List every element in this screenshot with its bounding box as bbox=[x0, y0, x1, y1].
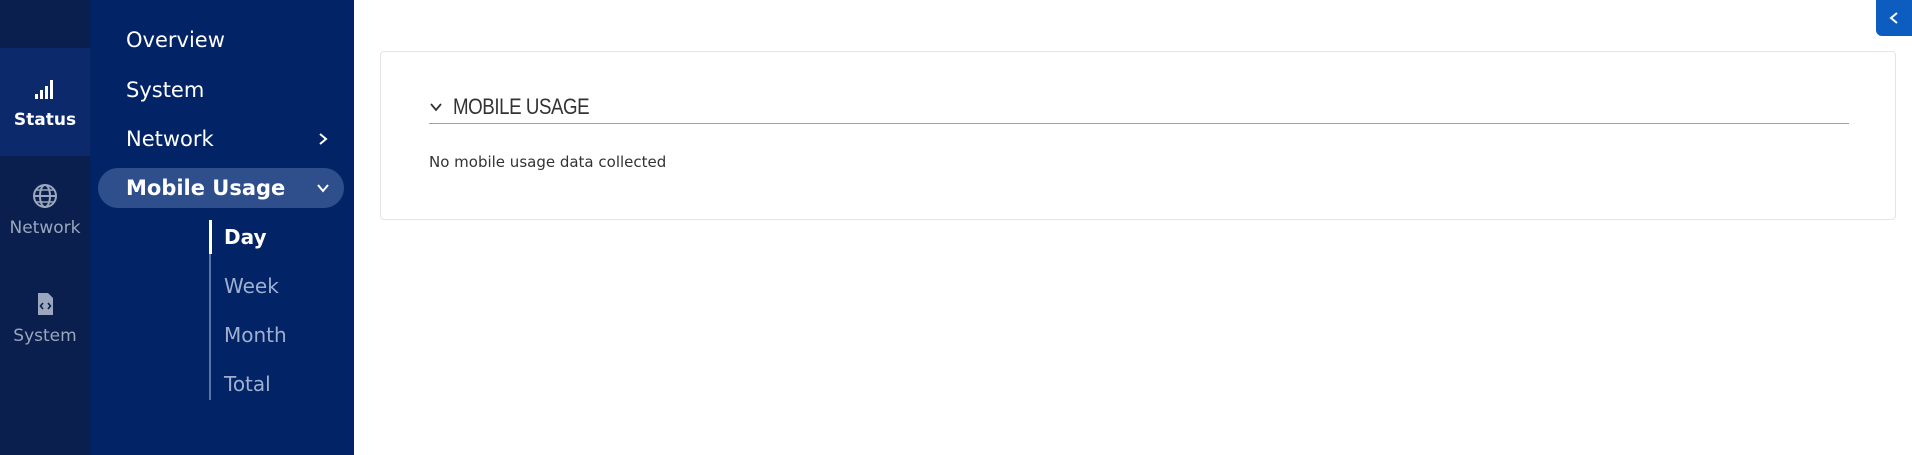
submenu-active-indicator bbox=[209, 220, 212, 254]
rail-label-system: System bbox=[13, 326, 77, 346]
submenu-item-week[interactable]: Week bbox=[224, 269, 279, 303]
chevron-down-icon bbox=[317, 184, 329, 193]
code-file-icon bbox=[38, 293, 53, 315]
nav-item-system[interactable]: System bbox=[98, 70, 344, 110]
nav-label: System bbox=[126, 78, 205, 102]
submenu-item-month[interactable]: Month bbox=[224, 318, 287, 352]
nav-label: Overview bbox=[126, 28, 225, 52]
secondary-nav: Overview System Network Mobile Usage Day… bbox=[90, 0, 354, 455]
chevron-down-icon bbox=[430, 102, 442, 111]
submenu-item-total[interactable]: Total bbox=[224, 367, 271, 401]
rail-label-status: Status bbox=[13, 110, 77, 130]
nav-item-network[interactable]: Network bbox=[98, 119, 344, 159]
mobile-usage-card: MOBILE USAGE No mobile usage data collec… bbox=[380, 51, 1896, 220]
rail-label-network: Network bbox=[9, 218, 81, 238]
rail-top bbox=[0, 0, 90, 48]
nav-label: Mobile Usage bbox=[126, 176, 286, 200]
rail-item-network[interactable]: Network bbox=[0, 156, 90, 264]
rail-item-status[interactable]: Status bbox=[0, 48, 90, 156]
section-header-toggle[interactable]: MOBILE USAGE bbox=[429, 90, 1849, 124]
submenu-item-day[interactable]: Day bbox=[224, 220, 267, 254]
rail-item-system[interactable]: System bbox=[0, 264, 90, 372]
nav-label: Network bbox=[126, 127, 214, 151]
globe-icon bbox=[33, 184, 57, 208]
section-title: MOBILE USAGE bbox=[453, 93, 590, 119]
icon-rail: Status Network System bbox=[0, 0, 90, 455]
chevron-left-icon bbox=[1889, 12, 1898, 24]
signal-bars-icon bbox=[35, 80, 53, 99]
collapse-panel-button[interactable] bbox=[1876, 0, 1912, 36]
nav-item-overview[interactable]: Overview bbox=[98, 20, 344, 60]
chevron-right-icon bbox=[319, 133, 328, 145]
nav-item-mobile-usage[interactable]: Mobile Usage bbox=[98, 168, 344, 208]
empty-state-message: No mobile usage data collected bbox=[429, 153, 667, 171]
